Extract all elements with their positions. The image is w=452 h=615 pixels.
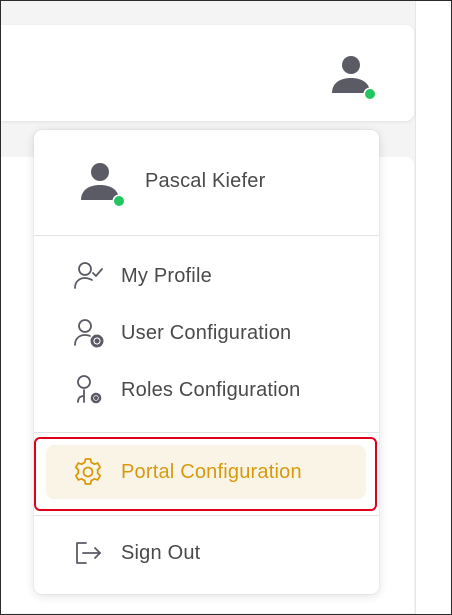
divider bbox=[415, 1, 416, 614]
sign-out-icon bbox=[72, 537, 104, 569]
menu-item-label: Sign Out bbox=[121, 541, 201, 564]
user-menu-header: Pascal Kiefer bbox=[34, 130, 379, 235]
user-check-icon bbox=[72, 260, 104, 292]
menu-item-label: My Profile bbox=[121, 264, 212, 287]
divider bbox=[34, 432, 379, 433]
menu-item-label: Portal Configuration bbox=[121, 460, 302, 483]
user-small-gear-icon bbox=[72, 374, 104, 406]
user-avatar-button[interactable] bbox=[329, 53, 377, 101]
avatar bbox=[78, 160, 126, 208]
user-menu-dropdown: Pascal Kiefer My Profile User Configurat… bbox=[34, 130, 379, 594]
menu-item-roles-configuration[interactable]: Roles Configuration bbox=[34, 367, 379, 413]
page-right-strip bbox=[416, 1, 451, 614]
online-status-dot bbox=[114, 196, 124, 206]
user-avatar-icon bbox=[81, 163, 126, 208]
gear-icon bbox=[72, 456, 104, 488]
menu-item-user-configuration[interactable]: User Configuration bbox=[34, 310, 379, 356]
menu-item-sign-out[interactable]: Sign Out bbox=[34, 530, 379, 576]
divider bbox=[34, 515, 379, 516]
menu-item-portal-configuration[interactable]: Portal Configuration bbox=[34, 445, 379, 499]
user-name: Pascal Kiefer bbox=[145, 170, 266, 192]
menu-item-my-profile[interactable]: My Profile bbox=[34, 253, 379, 299]
menu-item-label: User Configuration bbox=[121, 321, 292, 344]
online-status-dot bbox=[365, 89, 375, 99]
top-bar bbox=[1, 25, 414, 121]
user-avatar-icon bbox=[332, 56, 377, 101]
divider bbox=[34, 235, 379, 236]
user-gear-icon bbox=[72, 317, 104, 349]
menu-item-label: Roles Configuration bbox=[121, 378, 301, 401]
